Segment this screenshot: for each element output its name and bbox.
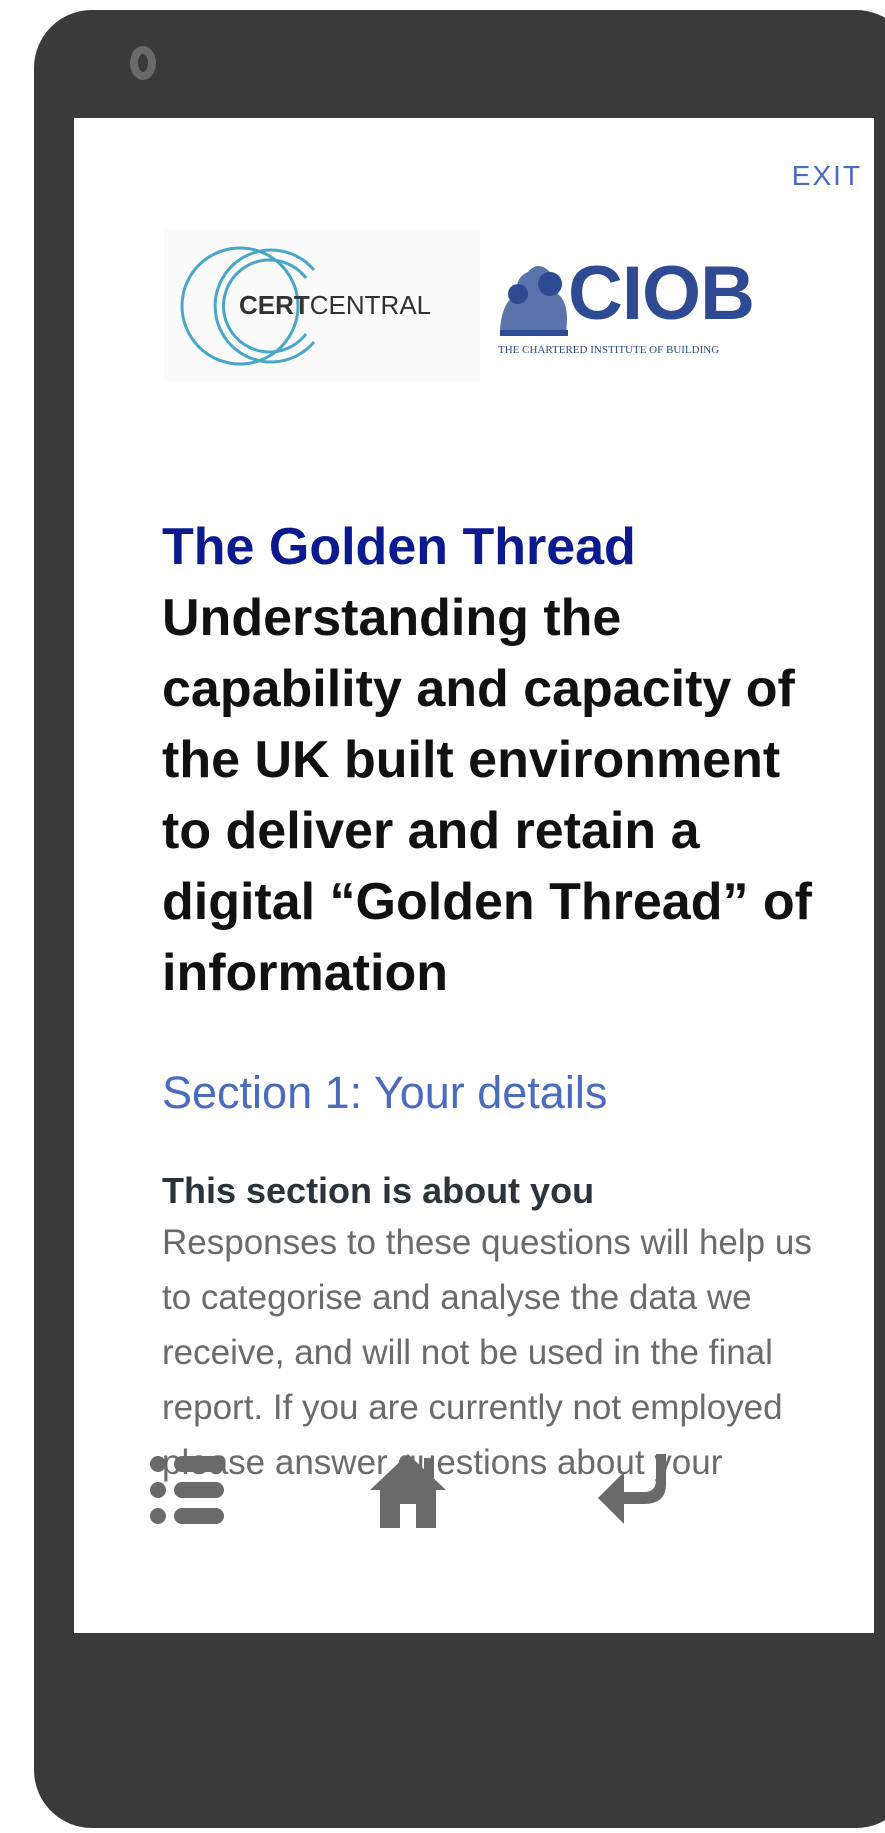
intro-content: The Golden Thread Understanding the capa…: [162, 511, 812, 1490]
page-title: The Golden Thread: [162, 518, 636, 576]
page-subtitle: Understanding the capability and capacit…: [162, 589, 812, 1002]
home-icon[interactable]: [368, 1450, 448, 1530]
ciob-wordmark: CIOB: [568, 251, 755, 336]
back-arrow-icon[interactable]: [594, 1450, 674, 1530]
app-screen[interactable]: EXIT CERTCENTRAL CIOB THE CHARTERED INST…: [74, 118, 874, 1633]
phone-frame: EXIT CERTCENTRAL CIOB THE CHARTERED INST…: [34, 10, 885, 1828]
certcentral-wordmark: CERTCENTRAL: [239, 290, 432, 320]
ciob-logo: CIOB THE CHARTERED INSTITUTE OF BUILDING: [492, 230, 786, 382]
certcentral-logo: CERTCENTRAL: [164, 230, 480, 382]
camera-icon: [130, 46, 156, 80]
ciob-tagline: THE CHARTERED INSTITUTE OF BUILDING: [498, 344, 720, 356]
list-icon[interactable]: [148, 1450, 228, 1530]
section-description: Responses to these questions will help u…: [162, 1223, 812, 1482]
section-heading: Section 1: Your details: [162, 1067, 608, 1118]
section-about-title: This section is about you: [162, 1170, 595, 1211]
exit-button[interactable]: EXIT: [792, 160, 862, 192]
